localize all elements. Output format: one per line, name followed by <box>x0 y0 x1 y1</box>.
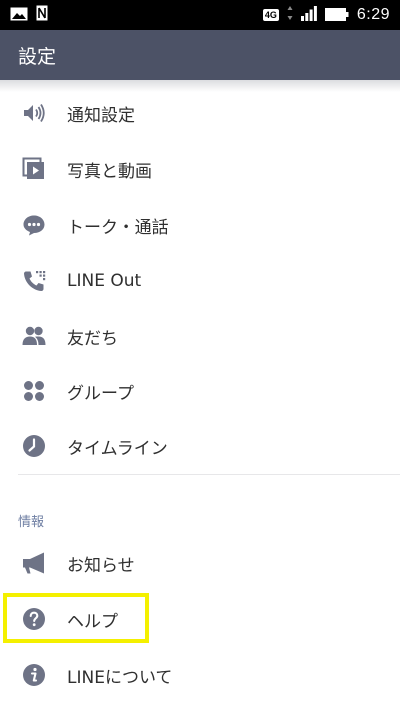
settings-item-label: グループ <box>67 383 134 404</box>
settings-item-chats-calls[interactable]: トーク・通話 <box>0 197 400 253</box>
settings-item-notifications[interactable]: 通知設定 <box>0 85 400 141</box>
clock-time: 6:29 <box>356 6 390 23</box>
megaphone-icon <box>22 551 46 575</box>
settings-item-label: 写真と動画 <box>67 161 152 182</box>
data-arrows-icon <box>287 5 293 25</box>
section-divider <box>18 474 400 475</box>
speaker-icon <box>22 101 46 125</box>
friends-icon <box>22 324 46 348</box>
settings-item-groups[interactable]: グループ <box>0 363 400 419</box>
gallery-notification-icon <box>10 6 28 25</box>
settings-item-timeline[interactable]: タイムライン <box>0 418 400 474</box>
status-bar: 4G 6:29 <box>0 0 400 30</box>
chat-bubble-icon <box>22 213 46 237</box>
photo-video-icon <box>22 157 46 181</box>
status-left <box>10 5 48 25</box>
settings-item-label: お知らせ <box>67 555 135 576</box>
phone-out-icon <box>22 269 46 293</box>
settings-item-label: 友だち <box>67 328 118 349</box>
settings-item-label: LINEについて <box>67 667 173 688</box>
network-type-badge: 4G <box>262 9 279 21</box>
battery-icon <box>324 6 349 25</box>
settings-item-announcements[interactable]: お知らせ <box>0 535 400 591</box>
info-icon <box>22 663 46 687</box>
help-highlight-box <box>3 593 149 643</box>
page-title: 設定 <box>18 45 57 68</box>
settings-item-line-out[interactable]: LINE Out <box>0 253 400 309</box>
settings-item-about-line[interactable]: LINEについて <box>0 647 400 703</box>
settings-item-friends[interactable]: 友だち <box>0 308 400 364</box>
app-notification-icon <box>36 5 48 25</box>
settings-item-label: LINE Out <box>67 271 142 291</box>
section-header-info: 情報 <box>18 515 45 530</box>
app-header: 設定 <box>0 30 400 80</box>
status-right: 4G 6:29 <box>262 5 390 25</box>
signal-icon <box>300 5 317 25</box>
settings-item-photos-videos[interactable]: 写真と動画 <box>0 141 400 197</box>
clock-icon <box>22 434 46 458</box>
settings-item-label: トーク・通話 <box>67 217 169 238</box>
group-icon <box>22 379 46 403</box>
settings-item-label: 通知設定 <box>67 105 135 126</box>
settings-item-label: タイムライン <box>67 438 168 459</box>
